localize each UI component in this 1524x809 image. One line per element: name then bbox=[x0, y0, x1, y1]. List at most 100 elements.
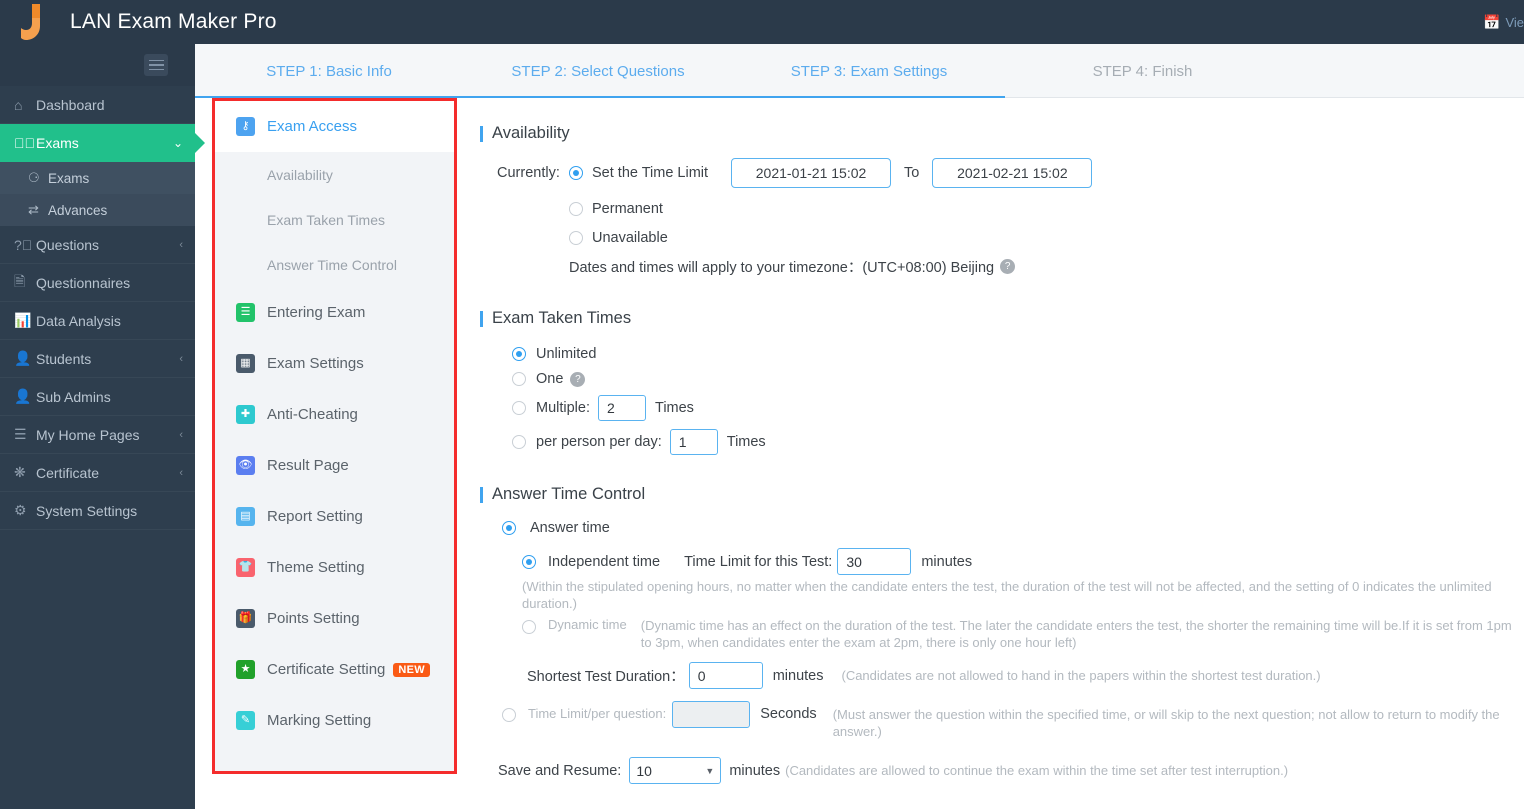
panel-item-exam-settings[interactable]: ▦ Exam Settings bbox=[215, 338, 454, 389]
answer-time-label: Answer time bbox=[530, 520, 610, 536]
sidebar-item-dashboard[interactable]: ⌂ Dashboard bbox=[0, 86, 195, 124]
marking-doc-icon: ✎ bbox=[236, 711, 255, 730]
new-badge: NEW bbox=[393, 662, 430, 677]
section-title-text: Exam Taken Times bbox=[492, 309, 632, 327]
shortest-duration-input[interactable] bbox=[688, 662, 763, 689]
section-accent-bar bbox=[480, 125, 483, 142]
radio-unlimited[interactable] bbox=[512, 347, 526, 361]
main-content: Availability Currently: Set the Time Lim… bbox=[472, 98, 1524, 809]
section-accent-bar bbox=[480, 310, 483, 327]
chevron-down-icon: ▼ bbox=[705, 765, 715, 776]
panel-item-exam-access[interactable]: ⚷ Exam Access bbox=[215, 101, 454, 152]
panel-item-certificate-setting[interactable]: ★ Certificate Setting NEW bbox=[215, 644, 454, 695]
tab-step-2[interactable]: STEP 2: Select Questions bbox=[463, 63, 733, 80]
top-header-bar: LAN Exam Maker Pro 📅 Vie bbox=[0, 0, 1524, 44]
section-title-text: Availability bbox=[492, 124, 570, 142]
multiple-unit: Times bbox=[655, 400, 694, 416]
chevron-left-icon: ‹ bbox=[179, 352, 183, 365]
sidebar-item-questions[interactable]: ?⃝ Questions ‹ bbox=[0, 226, 195, 264]
radio-dynamic-time[interactable] bbox=[522, 620, 536, 634]
settings-panel: ⚷ Exam Access Availability Exam Taken Ti… bbox=[215, 101, 454, 771]
taken-times-per-day-row: per person per day: Times bbox=[512, 429, 1524, 455]
independent-time-block: Independent time Time Limit for this Tes… bbox=[522, 548, 1524, 612]
sidebar-toggle-row bbox=[0, 44, 195, 86]
dynamic-time-hint: (Dynamic time has an effect on the durat… bbox=[640, 618, 1512, 650]
sidebar-item-exams[interactable]: ✓⃝ Exams ⌄ bbox=[0, 124, 205, 162]
radio-answer-time[interactable] bbox=[502, 521, 516, 535]
dynamic-time-label: Dynamic time bbox=[548, 617, 627, 632]
panel-item-theme-setting[interactable]: 👕 Theme Setting bbox=[215, 542, 454, 593]
radio-per-person-per-day[interactable] bbox=[512, 435, 526, 449]
sidebar-item-my-home-pages[interactable]: ☰ My Home Pages ‹ bbox=[0, 416, 195, 454]
one-help-icon[interactable]: ? bbox=[570, 371, 586, 387]
per-question-input[interactable] bbox=[672, 701, 751, 728]
availability-permanent-row: Permanent bbox=[569, 201, 1524, 217]
taken-times-one-row: One ? bbox=[512, 371, 1524, 387]
gear-icon: ⚙ bbox=[14, 502, 27, 518]
tab-step-1[interactable]: STEP 1: Basic Info bbox=[195, 63, 463, 80]
hamburger-icon[interactable] bbox=[144, 54, 168, 76]
panel-item-entering-exam[interactable]: ☰ Entering Exam bbox=[215, 287, 454, 338]
step-tabs: STEP 1: Basic Info STEP 2: Select Questi… bbox=[195, 44, 1524, 98]
panel-item-label: Entering Exam bbox=[267, 304, 366, 321]
panel-subitem-answer-time-control[interactable]: Answer Time Control bbox=[215, 242, 454, 287]
panel-subitem-availability[interactable]: Availability bbox=[215, 152, 454, 197]
timezone-note: Dates and times will apply to your timez… bbox=[569, 260, 995, 276]
view-action[interactable]: 📅 Vie bbox=[1483, 14, 1524, 31]
per-day-unit: Times bbox=[726, 434, 766, 450]
date-to-input[interactable]: 2021-02-21 15:02 bbox=[932, 158, 1093, 188]
independent-time-row: Independent time Time Limit for this Tes… bbox=[522, 548, 1524, 575]
per-day-times-input[interactable] bbox=[669, 429, 718, 455]
panel-item-marking-setting[interactable]: ✎ Marking Setting bbox=[215, 695, 454, 746]
save-resume-select[interactable]: 10 ▼ bbox=[629, 757, 722, 784]
availability-unavailable-row: Unavailable bbox=[569, 230, 1524, 246]
sidebar-item-data-analysis[interactable]: 📊 Data Analysis bbox=[0, 302, 195, 340]
user-icon: 👤 bbox=[14, 350, 32, 366]
panel-item-anti-cheating[interactable]: ✚ Anti-Cheating bbox=[215, 389, 454, 440]
chevron-left-icon: ‹ bbox=[179, 428, 183, 441]
radio-permanent[interactable] bbox=[569, 202, 583, 216]
to-label: To bbox=[904, 165, 920, 181]
radio-unavailable[interactable] bbox=[569, 231, 583, 245]
date-from-input[interactable]: 2021-01-21 15:02 bbox=[731, 158, 892, 188]
panel-subitem-exam-taken-times[interactable]: Exam Taken Times bbox=[215, 197, 454, 242]
panel-item-label: Anti-Cheating bbox=[267, 406, 358, 423]
time-limit-label: Time Limit for this Test: bbox=[684, 553, 833, 570]
panel-item-report-setting[interactable]: ▤ Report Setting bbox=[215, 491, 454, 542]
radio-independent-time[interactable] bbox=[522, 554, 536, 569]
sidebar-item-students[interactable]: 👤 Students ‹ bbox=[0, 340, 195, 378]
eye-icon: 👁 bbox=[236, 456, 255, 475]
panel-item-label: Result Page bbox=[267, 457, 349, 474]
timezone-help-icon[interactable]: ? bbox=[1000, 259, 1016, 274]
radio-time-limit-per-question[interactable] bbox=[502, 708, 516, 722]
multiple-times-input[interactable] bbox=[598, 395, 646, 421]
sidebar-item-label: Certificate bbox=[36, 464, 100, 481]
per-question-unit: Seconds bbox=[760, 706, 817, 722]
section-title-exam-taken-times: Exam Taken Times bbox=[480, 309, 1524, 328]
sidebar-item-questionnaires[interactable]: 🗎 Questionnaires bbox=[0, 264, 195, 302]
sidebar-item-certificate[interactable]: ❋ Certificate ‹ bbox=[0, 454, 195, 492]
panel-item-points-setting[interactable]: 🎁 Points Setting bbox=[215, 593, 454, 644]
set-time-limit-label: Set the Time Limit bbox=[592, 165, 709, 181]
multiple-label: Multiple: bbox=[536, 400, 590, 416]
gift-icon: 🎁 bbox=[236, 609, 255, 628]
radio-multiple[interactable] bbox=[512, 401, 526, 415]
sidebar-item-label: Questionnaires bbox=[36, 274, 131, 291]
radio-one[interactable] bbox=[512, 372, 526, 386]
unavailable-label: Unavailable bbox=[592, 230, 668, 246]
panel-subitem-label: Answer Time Control bbox=[267, 256, 397, 273]
sidebar-item-sub-admins[interactable]: 👤 Sub Admins bbox=[0, 378, 195, 416]
per-question-label: Time Limit/per question: bbox=[528, 706, 667, 721]
calendar-icon: 📅 bbox=[1483, 13, 1501, 30]
per-day-label: per person per day: bbox=[536, 434, 662, 450]
rosette-star-icon: ★ bbox=[236, 660, 255, 679]
sidebar-item-exams-sub[interactable]: ⚆ Exams bbox=[0, 162, 195, 194]
sidebar-item-system-settings[interactable]: ⚙ System Settings bbox=[0, 492, 195, 530]
panel-item-result-page[interactable]: 👁 Result Page bbox=[215, 440, 454, 491]
j-logo-icon bbox=[21, 4, 40, 40]
chevron-left-icon: ‹ bbox=[179, 238, 183, 251]
radio-set-time-limit[interactable] bbox=[569, 166, 583, 180]
time-limit-input[interactable] bbox=[837, 548, 912, 575]
sidebar-item-advances[interactable]: ⇄ Advances bbox=[0, 194, 195, 226]
tab-step-3[interactable]: STEP 3: Exam Settings bbox=[733, 63, 1005, 80]
